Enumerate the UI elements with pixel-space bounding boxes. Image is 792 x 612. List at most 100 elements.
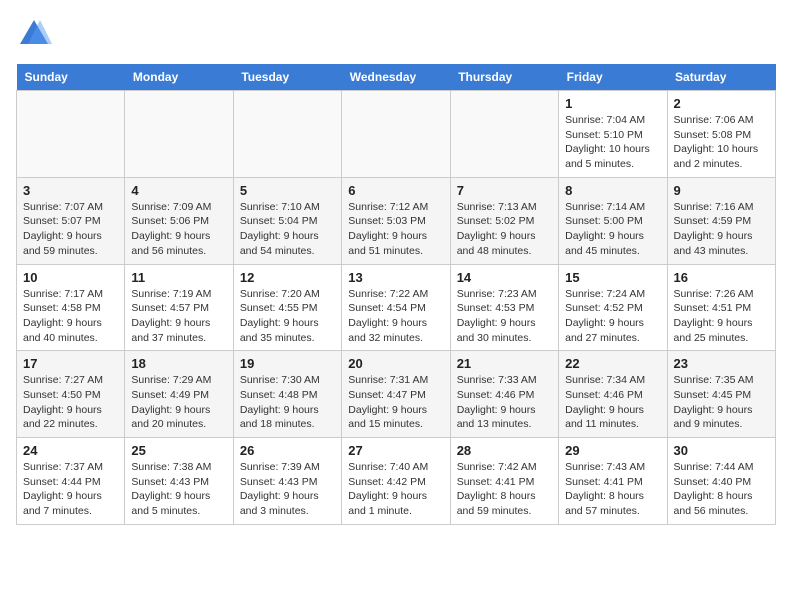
day-info: Sunrise: 7:23 AM Sunset: 4:53 PM Dayligh… (457, 287, 552, 346)
calendar-header: SundayMondayTuesdayWednesdayThursdayFrid… (17, 64, 776, 91)
calendar-cell: 2 Sunrise: 7:06 AM Sunset: 5:08 PM Daylig… (667, 91, 775, 178)
logo (16, 16, 56, 52)
day-number: 2 (674, 96, 769, 111)
day-number: 13 (348, 270, 443, 285)
day-info: Sunrise: 7:12 AM Sunset: 5:03 PM Dayligh… (348, 200, 443, 259)
day-number: 4 (131, 183, 226, 198)
calendar-cell: 30 Sunrise: 7:44 AM Sunset: 4:40 PM Dayli… (667, 438, 775, 525)
weekday-header-wednesday: Wednesday (342, 64, 450, 91)
day-info: Sunrise: 7:10 AM Sunset: 5:04 PM Dayligh… (240, 200, 335, 259)
day-info: Sunrise: 7:26 AM Sunset: 4:51 PM Dayligh… (674, 287, 769, 346)
day-number: 28 (457, 443, 552, 458)
day-number: 18 (131, 356, 226, 371)
calendar-week-3: 10 Sunrise: 7:17 AM Sunset: 4:58 PM Dayli… (17, 264, 776, 351)
day-number: 10 (23, 270, 118, 285)
calendar-cell (233, 91, 341, 178)
day-number: 21 (457, 356, 552, 371)
day-info: Sunrise: 7:43 AM Sunset: 4:41 PM Dayligh… (565, 460, 660, 519)
day-info: Sunrise: 7:35 AM Sunset: 4:45 PM Dayligh… (674, 373, 769, 432)
day-info: Sunrise: 7:40 AM Sunset: 4:42 PM Dayligh… (348, 460, 443, 519)
calendar-cell: 24 Sunrise: 7:37 AM Sunset: 4:44 PM Dayli… (17, 438, 125, 525)
day-info: Sunrise: 7:04 AM Sunset: 5:10 PM Dayligh… (565, 113, 660, 172)
day-number: 12 (240, 270, 335, 285)
day-number: 24 (23, 443, 118, 458)
day-info: Sunrise: 7:31 AM Sunset: 4:47 PM Dayligh… (348, 373, 443, 432)
calendar-cell: 14 Sunrise: 7:23 AM Sunset: 4:53 PM Dayli… (450, 264, 558, 351)
calendar-cell (125, 91, 233, 178)
day-info: Sunrise: 7:17 AM Sunset: 4:58 PM Dayligh… (23, 287, 118, 346)
day-info: Sunrise: 7:29 AM Sunset: 4:49 PM Dayligh… (131, 373, 226, 432)
day-number: 6 (348, 183, 443, 198)
calendar-cell: 28 Sunrise: 7:42 AM Sunset: 4:41 PM Dayli… (450, 438, 558, 525)
calendar-cell: 18 Sunrise: 7:29 AM Sunset: 4:49 PM Dayli… (125, 351, 233, 438)
calendar-cell: 21 Sunrise: 7:33 AM Sunset: 4:46 PM Dayli… (450, 351, 558, 438)
weekday-header-saturday: Saturday (667, 64, 775, 91)
day-info: Sunrise: 7:13 AM Sunset: 5:02 PM Dayligh… (457, 200, 552, 259)
calendar-cell: 8Sunrise: 7:14 AM Sunset: 5:00 PM Daylig… (559, 177, 667, 264)
day-info: Sunrise: 7:30 AM Sunset: 4:48 PM Dayligh… (240, 373, 335, 432)
calendar-cell: 23Sunrise: 7:35 AM Sunset: 4:45 PM Dayli… (667, 351, 775, 438)
calendar-cell: 10 Sunrise: 7:17 AM Sunset: 4:58 PM Dayli… (17, 264, 125, 351)
weekday-header-friday: Friday (559, 64, 667, 91)
day-number: 22 (565, 356, 660, 371)
calendar-cell: 29 Sunrise: 7:43 AM Sunset: 4:41 PM Dayli… (559, 438, 667, 525)
day-info: Sunrise: 7:14 AM Sunset: 5:00 PM Dayligh… (565, 200, 660, 259)
day-number: 11 (131, 270, 226, 285)
weekday-header-tuesday: Tuesday (233, 64, 341, 91)
calendar-cell: 19 Sunrise: 7:30 AM Sunset: 4:48 PM Dayli… (233, 351, 341, 438)
day-info: Sunrise: 7:07 AM Sunset: 5:07 PM Dayligh… (23, 200, 118, 259)
calendar-cell: 27 Sunrise: 7:40 AM Sunset: 4:42 PM Dayli… (342, 438, 450, 525)
day-info: Sunrise: 7:42 AM Sunset: 4:41 PM Dayligh… (457, 460, 552, 519)
calendar-cell: 11 Sunrise: 7:19 AM Sunset: 4:57 PM Dayli… (125, 264, 233, 351)
day-number: 20 (348, 356, 443, 371)
day-number: 29 (565, 443, 660, 458)
day-info: Sunrise: 7:34 AM Sunset: 4:46 PM Dayligh… (565, 373, 660, 432)
calendar-cell: 6 Sunrise: 7:12 AM Sunset: 5:03 PM Daylig… (342, 177, 450, 264)
day-info: Sunrise: 7:39 AM Sunset: 4:43 PM Dayligh… (240, 460, 335, 519)
day-number: 7 (457, 183, 552, 198)
day-number: 1 (565, 96, 660, 111)
day-info: Sunrise: 7:37 AM Sunset: 4:44 PM Dayligh… (23, 460, 118, 519)
calendar-cell: 4 Sunrise: 7:09 AM Sunset: 5:06 PM Daylig… (125, 177, 233, 264)
day-number: 16 (674, 270, 769, 285)
calendar-body: 1 Sunrise: 7:04 AM Sunset: 5:10 PM Daylig… (17, 91, 776, 525)
day-info: Sunrise: 7:38 AM Sunset: 4:43 PM Dayligh… (131, 460, 226, 519)
day-number: 9 (674, 183, 769, 198)
calendar-cell: 22 Sunrise: 7:34 AM Sunset: 4:46 PM Dayli… (559, 351, 667, 438)
calendar-cell: 1 Sunrise: 7:04 AM Sunset: 5:10 PM Daylig… (559, 91, 667, 178)
calendar-table: SundayMondayTuesdayWednesdayThursdayFrid… (16, 64, 776, 525)
calendar-week-1: 1 Sunrise: 7:04 AM Sunset: 5:10 PM Daylig… (17, 91, 776, 178)
day-number: 27 (348, 443, 443, 458)
day-info: Sunrise: 7:16 AM Sunset: 4:59 PM Dayligh… (674, 200, 769, 259)
day-info: Sunrise: 7:44 AM Sunset: 4:40 PM Dayligh… (674, 460, 769, 519)
day-number: 14 (457, 270, 552, 285)
calendar-cell: 13Sunrise: 7:22 AM Sunset: 4:54 PM Dayli… (342, 264, 450, 351)
day-number: 26 (240, 443, 335, 458)
weekday-header-thursday: Thursday (450, 64, 558, 91)
day-number: 19 (240, 356, 335, 371)
calendar-cell: 15Sunrise: 7:24 AM Sunset: 4:52 PM Dayli… (559, 264, 667, 351)
calendar-cell: 25 Sunrise: 7:38 AM Sunset: 4:43 PM Dayli… (125, 438, 233, 525)
calendar-cell: 26 Sunrise: 7:39 AM Sunset: 4:43 PM Dayli… (233, 438, 341, 525)
calendar-cell: 12 Sunrise: 7:20 AM Sunset: 4:55 PM Dayli… (233, 264, 341, 351)
calendar-cell: 5 Sunrise: 7:10 AM Sunset: 5:04 PM Daylig… (233, 177, 341, 264)
day-number: 5 (240, 183, 335, 198)
day-number: 17 (23, 356, 118, 371)
day-info: Sunrise: 7:24 AM Sunset: 4:52 PM Dayligh… (565, 287, 660, 346)
weekday-header-monday: Monday (125, 64, 233, 91)
day-info: Sunrise: 7:27 AM Sunset: 4:50 PM Dayligh… (23, 373, 118, 432)
day-info: Sunrise: 7:19 AM Sunset: 4:57 PM Dayligh… (131, 287, 226, 346)
calendar-cell: 3 Sunrise: 7:07 AM Sunset: 5:07 PM Daylig… (17, 177, 125, 264)
calendar-cell: 20 Sunrise: 7:31 AM Sunset: 4:47 PM Dayli… (342, 351, 450, 438)
day-info: Sunrise: 7:09 AM Sunset: 5:06 PM Dayligh… (131, 200, 226, 259)
day-number: 3 (23, 183, 118, 198)
day-number: 30 (674, 443, 769, 458)
day-info: Sunrise: 7:33 AM Sunset: 4:46 PM Dayligh… (457, 373, 552, 432)
day-number: 25 (131, 443, 226, 458)
day-info: Sunrise: 7:20 AM Sunset: 4:55 PM Dayligh… (240, 287, 335, 346)
weekday-header-sunday: Sunday (17, 64, 125, 91)
calendar-week-4: 17 Sunrise: 7:27 AM Sunset: 4:50 PM Dayli… (17, 351, 776, 438)
calendar-week-2: 3 Sunrise: 7:07 AM Sunset: 5:07 PM Daylig… (17, 177, 776, 264)
calendar-cell: 9 Sunrise: 7:16 AM Sunset: 4:59 PM Daylig… (667, 177, 775, 264)
day-info: Sunrise: 7:06 AM Sunset: 5:08 PM Dayligh… (674, 113, 769, 172)
